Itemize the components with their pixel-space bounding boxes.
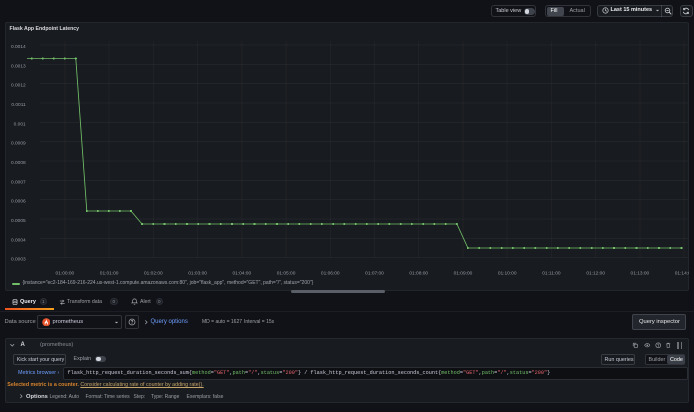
svg-text:0.0004: 0.0004 bbox=[11, 237, 26, 243]
svg-text:01:11:00: 01:11:00 bbox=[542, 270, 561, 276]
svg-text:01:13:00: 01:13:00 bbox=[631, 270, 650, 276]
svg-text:0.0007: 0.0007 bbox=[11, 179, 26, 185]
svg-text:01:03:00: 01:03:00 bbox=[188, 270, 207, 276]
svg-text:01:12:00: 01:12:00 bbox=[586, 270, 605, 276]
svg-text:01:07:00: 01:07:00 bbox=[365, 270, 384, 276]
svg-text:0.0008: 0.0008 bbox=[11, 160, 26, 166]
svg-text:0.0011: 0.0011 bbox=[11, 102, 26, 108]
svg-text:01:14:00: 01:14:00 bbox=[675, 270, 689, 276]
svg-text:01:09:00: 01:09:00 bbox=[454, 270, 473, 276]
svg-text:0.0005: 0.0005 bbox=[11, 218, 26, 224]
svg-text:01:08:00: 01:08:00 bbox=[409, 270, 428, 276]
svg-text:01:04:00: 01:04:00 bbox=[232, 270, 251, 276]
svg-text:0.001: 0.001 bbox=[14, 121, 26, 127]
svg-text:01:01:00: 01:01:00 bbox=[100, 270, 119, 276]
svg-text:0.0012: 0.0012 bbox=[11, 83, 26, 89]
svg-text:01:06:00: 01:06:00 bbox=[321, 270, 340, 276]
svg-text:01:10:00: 01:10:00 bbox=[498, 270, 517, 276]
svg-text:0.0013: 0.0013 bbox=[11, 63, 26, 69]
svg-text:0.0003: 0.0003 bbox=[11, 257, 26, 263]
svg-text:01:02:00: 01:02:00 bbox=[144, 270, 163, 276]
svg-text:0.0014: 0.0014 bbox=[11, 44, 26, 50]
svg-text:01:05:00: 01:05:00 bbox=[277, 270, 296, 276]
svg-text:0.0006: 0.0006 bbox=[11, 199, 26, 205]
svg-text:01:00:00: 01:00:00 bbox=[56, 270, 75, 276]
svg-text:0.0009: 0.0009 bbox=[11, 141, 26, 147]
